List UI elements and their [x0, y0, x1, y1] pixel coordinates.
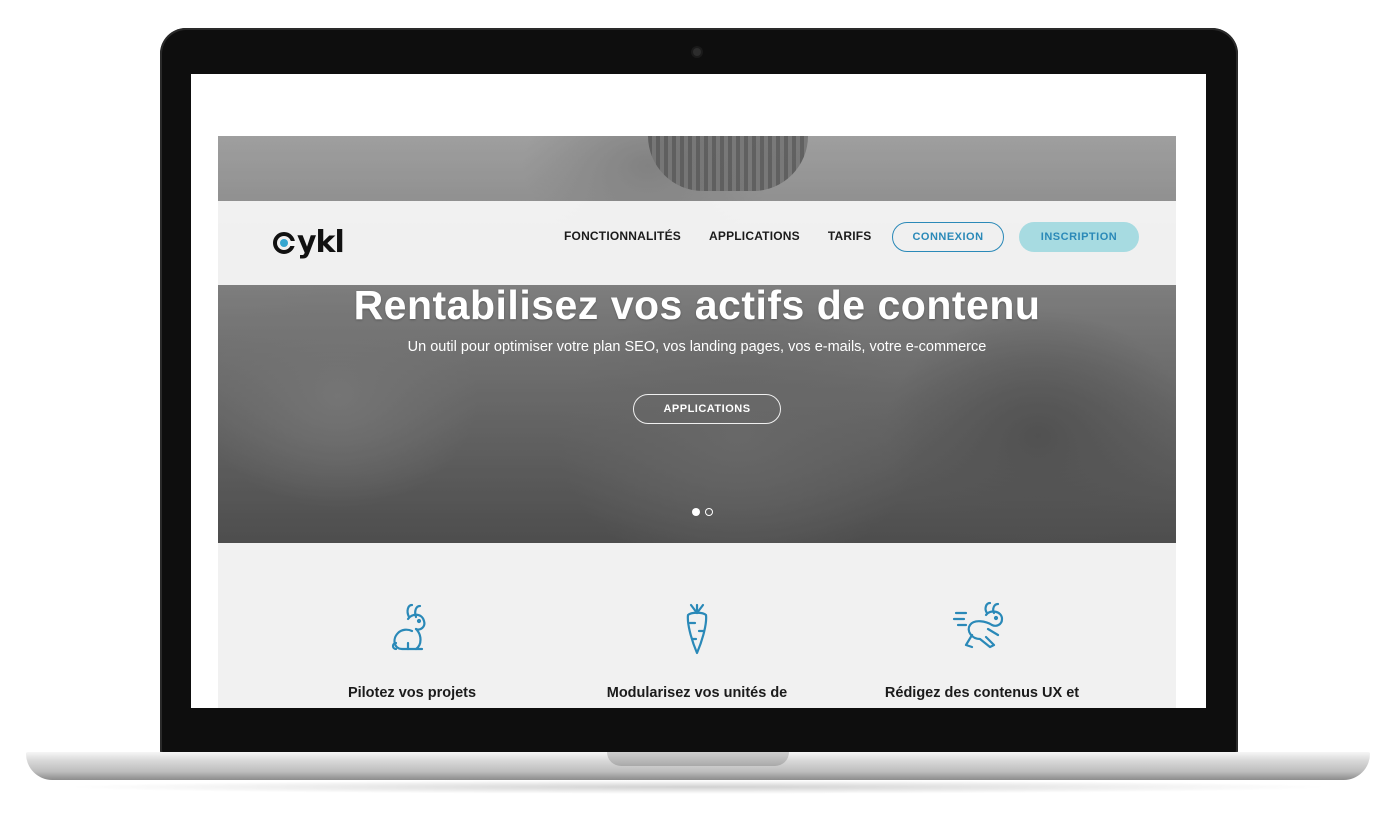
navbar: ykl FONCTIONNALITÉS APPLICATIONS TARIFS …: [218, 201, 1176, 285]
hero-title: Rentabilisez vos actifs de contenu: [353, 282, 1041, 328]
signup-button[interactable]: INSCRIPTION: [1019, 222, 1139, 252]
rabbit-sitting-icon: [391, 603, 426, 651]
laptop-shadow: [60, 780, 1336, 794]
carousel-dot-1[interactable]: [692, 508, 700, 516]
feature-title-2: Modularisez vos unités de: [606, 685, 788, 701]
feature-card-1: Pilotez vos projets: [282, 543, 542, 701]
nav-links: FONCTIONNALITÉS APPLICATIONS TARIFS: [564, 229, 872, 243]
login-button[interactable]: CONNEXION: [892, 222, 1004, 252]
webcam: [693, 48, 701, 56]
feature-title-3: Rédigez des contenus UX et: [884, 685, 1080, 701]
logo-text: ykl: [297, 225, 345, 260]
nav-link-tarifs[interactable]: TARIFS: [828, 229, 872, 243]
nav-link-applications[interactable]: APPLICATIONS: [709, 229, 800, 243]
laptop-screen: ykl FONCTIONNALITÉS APPLICATIONS TARIFS …: [191, 74, 1206, 708]
feature-title-1: Pilotez vos projets: [347, 685, 477, 701]
feature-card-2: Modularisez vos unités de: [567, 543, 827, 701]
logo-mark-icon: [273, 232, 296, 254]
carousel-dots: [692, 508, 713, 516]
applications-cta-button[interactable]: APPLICATIONS: [633, 394, 781, 424]
carousel-dot-2[interactable]: [705, 508, 713, 516]
features-section: Pilotez vos projets Modularisez vos unit…: [218, 543, 1176, 708]
feature-card-3: Rédigez des contenus UX et: [852, 543, 1112, 701]
nav-link-fonctionnalites[interactable]: FONCTIONNALITÉS: [564, 229, 681, 243]
hero-banner: ykl FONCTIONNALITÉS APPLICATIONS TARIFS …: [218, 136, 1176, 543]
laptop-notch: [607, 752, 789, 766]
logo-dot: [280, 239, 288, 247]
rabbit-running-icon: [952, 601, 1004, 649]
logo[interactable]: ykl: [273, 223, 345, 263]
hero-subtitle: Un outil pour optimiser votre plan SEO, …: [407, 339, 987, 355]
carrot-icon: [686, 603, 708, 655]
